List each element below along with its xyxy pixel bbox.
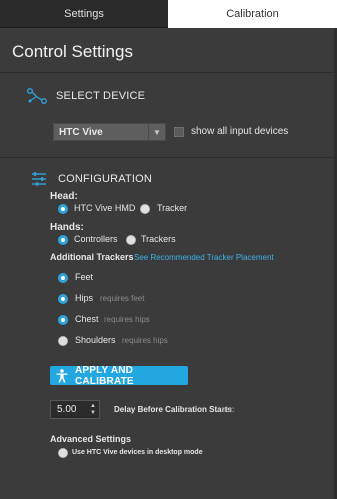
hands-controllers-radio[interactable] — [58, 235, 68, 245]
tracker-chest-radio[interactable] — [58, 315, 68, 325]
tracker-feet-label: Feet — [75, 272, 94, 282]
tracker-shoulders-note: requires hips — [122, 336, 168, 345]
tracker-shoulders-radio[interactable] — [58, 336, 68, 346]
select-device-header: SELECT DEVICE — [27, 87, 145, 105]
stepper-arrows[interactable]: ▲ ▼ — [87, 403, 99, 417]
hands-controllers-label: Controllers — [74, 234, 118, 244]
sliders-icon — [29, 170, 49, 188]
configuration-header: CONFIGURATION — [29, 170, 152, 188]
hands-trackers-label: Trackers — [141, 234, 176, 244]
chevron-down-icon[interactable]: ▼ — [148, 124, 165, 140]
tracker-hips-label: Hips — [75, 293, 94, 303]
page-title: Control Settings — [12, 42, 133, 61]
delay-value: 5.00 — [57, 404, 77, 415]
tracker-feet-radio[interactable] — [58, 273, 68, 283]
desktop-mode-radio[interactable] — [58, 448, 68, 458]
tracker-hips-note: requires feet — [100, 294, 145, 303]
tab-settings[interactable]: Settings — [0, 0, 168, 28]
tab-calibration[interactable]: Calibration — [168, 0, 337, 28]
select-device-heading: SELECT DEVICE — [56, 90, 146, 102]
tab-bar: Settings Calibration — [0, 0, 337, 28]
head-tracker-radio[interactable] — [140, 204, 150, 214]
device-network-icon — [27, 87, 47, 105]
device-select[interactable]: HTC Vive ▼ — [53, 123, 166, 141]
delay-stepper[interactable]: 5.00 ▲ ▼ — [50, 400, 100, 419]
tracker-chest-note: requires hips — [104, 315, 150, 324]
desktop-mode-label: Use HTC Vive devices in desktop mode — [72, 449, 203, 456]
select-device-divider — [0, 157, 334, 158]
tracker-shoulders-label: Shoulders — [75, 335, 116, 345]
hands-trackers-radio[interactable] — [126, 235, 136, 245]
person-icon — [54, 368, 71, 383]
apply-and-calibrate-button[interactable]: APPLY AND CALIBRATE — [50, 364, 188, 387]
delay-unit: sec — [222, 405, 235, 414]
head-hmd-label: HTC Vive HMD — [74, 203, 136, 213]
additional-trackers-label: Additional Trackers — [50, 252, 134, 262]
tracker-chest-label: Chest — [75, 314, 99, 324]
device-select-value: HTC Vive — [59, 126, 103, 138]
configuration-heading: CONFIGURATION — [58, 173, 153, 185]
hands-label: Hands: — [50, 222, 84, 233]
stepper-up-icon[interactable]: ▲ — [90, 403, 96, 410]
stepper-down-icon[interactable]: ▼ — [90, 410, 96, 417]
apply-button-label: APPLY AND CALIBRATE — [74, 364, 134, 387]
show-all-devices-checkbox[interactable] — [174, 127, 184, 137]
head-tracker-label: Tracker — [157, 203, 188, 213]
tracker-hips-radio[interactable] — [58, 294, 68, 304]
head-label: Head: — [50, 191, 78, 202]
delay-label: Delay Before Calibration Starts — [114, 405, 232, 414]
title-divider — [0, 72, 334, 73]
advanced-settings-label: Advanced Settings — [50, 434, 132, 444]
show-all-devices-label: show all input devices — [191, 126, 289, 137]
head-hmd-radio[interactable] — [58, 204, 68, 214]
tracker-placement-link[interactable]: See Recommended Tracker Placement — [134, 253, 274, 262]
